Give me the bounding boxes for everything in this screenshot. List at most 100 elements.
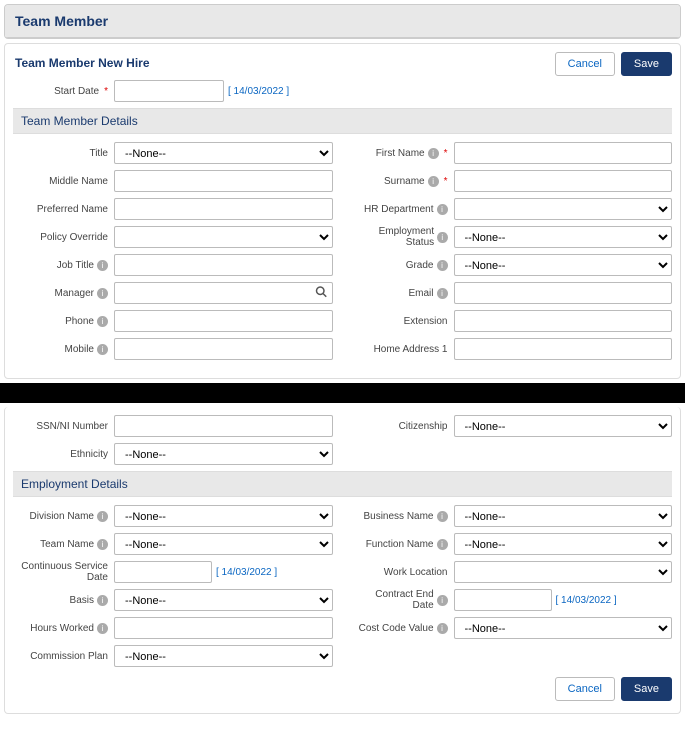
contract-end-date-input[interactable] [454,589,552,611]
phone-label: Phone [65,316,94,327]
continuous-service-date-input[interactable] [114,561,212,583]
employment-status-label: Employment Status [353,226,435,248]
info-icon: i [437,204,448,215]
continuous-service-date-label: Continuous Service Date [13,561,108,583]
surname-label: Surname [384,176,425,187]
hr-department-label: HR Department [364,204,433,215]
preferred-name-input[interactable] [114,198,333,220]
first-name-input[interactable] [454,142,673,164]
contract-end-date-label: Contract End Date [353,589,434,611]
info-icon: i [428,148,439,159]
extension-label: Extension [404,316,448,327]
surname-input[interactable] [454,170,673,192]
info-icon: i [97,595,108,606]
email-input[interactable] [454,282,673,304]
info-icon: i [437,595,448,606]
ethnicity-label: Ethnicity [70,449,108,460]
middle-name-label: Middle Name [49,176,108,187]
ssn-label: SSN/NI Number [36,421,108,432]
ssn-input[interactable] [114,415,333,437]
image-gap [0,383,685,403]
info-icon: i [97,344,108,355]
mobile-label: Mobile [65,344,94,355]
start-date-row: Start Date * [ 14/03/2022 ] [13,80,672,102]
basis-label: Basis [70,595,94,606]
citizenship-label: Citizenship [399,421,448,432]
function-name-select[interactable]: --None-- [454,533,673,555]
info-icon: i [97,511,108,522]
team-name-select[interactable]: --None-- [114,533,333,555]
required-marker: * [444,148,448,159]
top-button-row: Cancel Save [555,52,672,76]
search-icon[interactable] [315,286,327,301]
hr-department-select[interactable] [454,198,673,220]
info-icon: i [437,511,448,522]
home-address-1-label: Home Address 1 [374,344,448,355]
save-button[interactable]: Save [621,52,672,76]
policy-override-label: Policy Override [40,232,108,243]
work-location-select[interactable] [454,561,673,583]
info-icon: i [437,539,448,550]
extension-input[interactable] [454,310,673,332]
work-location-label: Work Location [384,567,448,578]
employment-status-select[interactable]: --None-- [454,226,673,248]
info-icon: i [97,288,108,299]
continuous-service-date-hint[interactable]: [ 14/03/2022 ] [216,567,277,578]
manager-lookup-input[interactable] [114,282,333,304]
info-icon: i [437,260,448,271]
start-date-hint[interactable]: [ 14/03/2022 ] [228,86,289,97]
info-icon: i [437,623,448,634]
info-icon: i [97,260,108,271]
main-panel: Team Member [4,4,681,39]
info-icon: i [97,539,108,550]
section-header-employment: Employment Details [13,471,672,497]
policy-override-select[interactable] [114,226,333,248]
hours-worked-input[interactable] [114,617,333,639]
business-name-label: Business Name [363,511,433,522]
cancel-button[interactable]: Cancel [555,52,615,76]
title-select[interactable]: --None-- [114,142,333,164]
basis-select[interactable]: --None-- [114,589,333,611]
job-title-label: Job Title [57,260,94,271]
form-card: Team Member New Hire Cancel Save Start D… [4,43,681,379]
info-icon: i [437,232,447,243]
phone-input[interactable] [114,310,333,332]
cancel-button-bottom[interactable]: Cancel [555,677,615,701]
title-label: Title [89,148,108,159]
section-header-details: Team Member Details [13,108,672,134]
info-icon: i [97,316,108,327]
ethnicity-select[interactable]: --None-- [114,443,333,465]
cost-code-value-select[interactable]: --None-- [454,617,673,639]
save-button-bottom[interactable]: Save [621,677,672,701]
first-name-label: First Name [376,148,425,159]
form-card-lower: SSN/NI Number Citizenship --None-- Ethni… [4,407,681,714]
grade-label: Grade [406,260,434,271]
manager-label: Manager [55,288,94,299]
subtitle: Team Member New Hire [13,52,152,76]
job-title-input[interactable] [114,254,333,276]
grade-select[interactable]: --None-- [454,254,673,276]
division-name-select[interactable]: --None-- [114,505,333,527]
cost-code-value-label: Cost Code Value [359,623,434,634]
required-marker: * [104,86,108,97]
info-icon: i [437,288,448,299]
division-name-label: Division Name [30,511,94,522]
citizenship-select[interactable]: --None-- [454,415,673,437]
required-marker: * [444,176,448,187]
email-label: Email [408,288,433,299]
bottom-button-row: Cancel Save [13,677,672,701]
start-date-label-wrap: Start Date * [13,86,108,97]
hours-worked-label: Hours Worked [30,623,94,634]
commission-plan-label: Commission Plan [30,651,108,662]
start-date-input[interactable] [114,80,224,102]
mobile-input[interactable] [114,338,333,360]
top-bar: Team Member New Hire Cancel Save [13,52,672,76]
team-name-label: Team Name [40,539,94,550]
commission-plan-select[interactable]: --None-- [114,645,333,667]
contract-end-date-hint[interactable]: [ 14/03/2022 ] [556,595,617,606]
info-icon: i [428,176,439,187]
middle-name-input[interactable] [114,170,333,192]
business-name-select[interactable]: --None-- [454,505,673,527]
home-address-1-input[interactable] [454,338,673,360]
function-name-label: Function Name [366,539,434,550]
